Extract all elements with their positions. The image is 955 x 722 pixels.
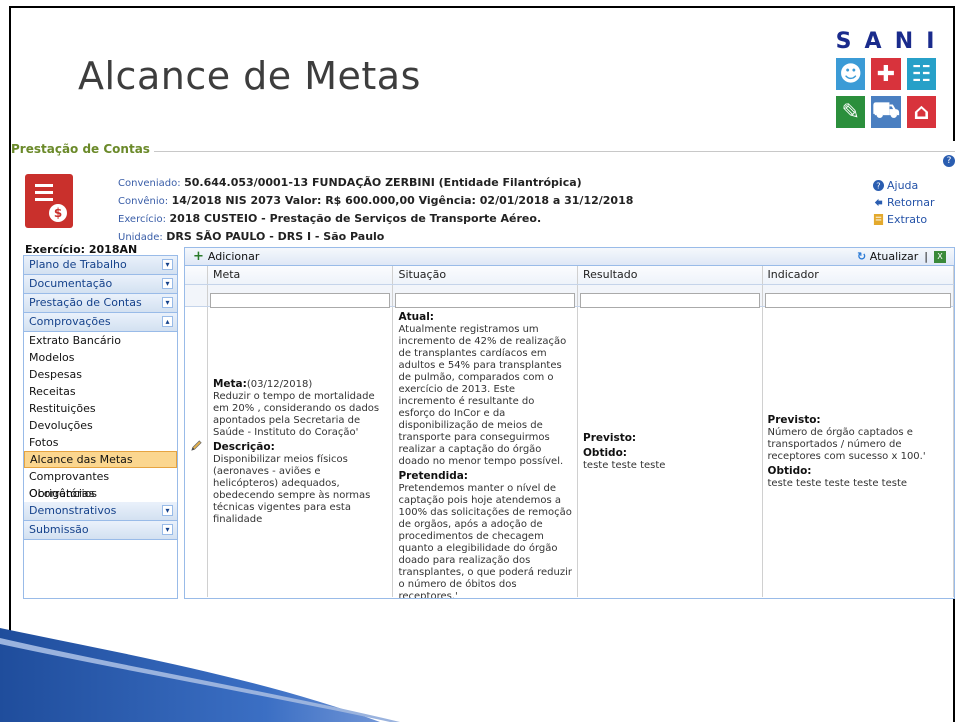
sidebar-item-documentacao[interactable]: Documentação ▾ xyxy=(24,275,177,294)
help-corner-icon[interactable]: ? xyxy=(943,155,955,167)
sidebar-link-comprovantes[interactable]: Comprovantes Obrigatórios xyxy=(24,468,177,500)
collapse-icon[interactable]: ▴ xyxy=(162,316,173,327)
metas-grid: + Adicionar ↻ Atualizar | X Meta Situaçã… xyxy=(184,247,955,599)
cell-meta: Meta:(03/12/2018) Reduzir o tempo de mor… xyxy=(208,307,394,597)
document-money-icon: $ xyxy=(25,174,73,228)
sidebar-link-alcance-metas[interactable]: Alcance das Metas xyxy=(24,451,177,468)
sidebar-link-devolucoes[interactable]: Devoluções xyxy=(24,417,177,434)
column-indicador[interactable]: Indicador xyxy=(763,266,954,284)
unidade-value: DRS SÃO PAULO - DRS I - São Paulo xyxy=(166,230,385,243)
sani-logo: S A N I ☻ ✚ ☷ ✎ ⛟ ⌂ xyxy=(830,28,942,132)
cell-indicador: Previsto: Número de órgão captados e tra… xyxy=(763,307,954,597)
right-links: ? Ajuda Retornar Extrato xyxy=(873,177,935,228)
column-situacao[interactable]: Situação xyxy=(393,266,578,284)
sidebar-item-plano[interactable]: Plano de Trabalho ▾ xyxy=(24,256,177,275)
statement-icon xyxy=(873,214,884,225)
refresh-button[interactable]: ↻ Atualizar xyxy=(857,250,918,263)
sidebar-link-despesas[interactable]: Despesas xyxy=(24,366,177,383)
sidebar-link-receitas[interactable]: Receitas xyxy=(24,383,177,400)
indicador-previsto-text: Número de órgão captados e transportados… xyxy=(767,427,926,462)
sidebar-item-prestacao[interactable]: Prestação de Contas ▾ xyxy=(24,294,177,313)
sidebar-link-ocorrencias[interactable]: Ocorrências xyxy=(24,485,177,502)
sidebar-link-extrato-bancario[interactable]: Extrato Bancário xyxy=(24,332,177,349)
sidebar-item-demonstrativos[interactable]: Demonstrativos ▾ xyxy=(24,502,177,521)
fieldset-legend: Prestação de Contas xyxy=(11,142,154,156)
toolbar-separator: | xyxy=(924,250,928,263)
table-row: Meta:(03/12/2018) Reduzir o tempo de mor… xyxy=(185,307,954,599)
slide-decoration xyxy=(0,628,400,722)
conveniado-value: 50.644.053/0001-13 FUNDAÇÃO ZERBINI (Ent… xyxy=(184,176,582,189)
situacao-pretendida-text: Pretendemos manter o nível de captação p… xyxy=(398,483,572,599)
person-icon: ☻ xyxy=(834,56,868,92)
logo-letter: A xyxy=(864,28,884,54)
filter-situacao-input[interactable] xyxy=(395,293,575,308)
descricao-text: Disponibilizar meios físicos (aeronaves … xyxy=(212,454,371,525)
logo-letter: S xyxy=(835,28,854,54)
convenio-info: Conveniado: 50.644.053/0001-13 FUNDAÇÃO … xyxy=(118,176,634,243)
grid-header: Meta Situação Resultado Indicador xyxy=(185,266,954,285)
sidebar-item-submissao[interactable]: Submissão ▾ xyxy=(24,521,177,540)
indicador-obtido-text: teste teste teste teste teste xyxy=(767,478,908,489)
expand-icon[interactable]: ▾ xyxy=(162,505,173,516)
hospital-icon: ⌂ xyxy=(904,94,938,130)
plus-icon: + xyxy=(193,248,204,264)
svg-text:?: ? xyxy=(876,180,880,190)
logo-letter: I xyxy=(926,28,937,54)
help-icon: ? xyxy=(873,180,884,191)
edit-pencil-icon[interactable] xyxy=(190,439,203,452)
sidebar: Plano de Trabalho ▾ Documentação ▾ Prestaç… xyxy=(23,255,178,599)
medical-bag-icon: ✚ xyxy=(869,56,903,92)
retornar-link[interactable]: Retornar xyxy=(873,194,935,211)
filter-row xyxy=(185,285,954,308)
expand-icon[interactable]: ▾ xyxy=(162,524,173,535)
add-button[interactable]: + Adicionar xyxy=(193,248,259,264)
convenio-value: 14/2018 NIS 2073 Valor: R$ 600.000,00 Vi… xyxy=(171,194,634,207)
resultado-obtido-text: teste teste teste xyxy=(583,460,666,471)
cell-situacao: Atual: Atualmente registramos um increme… xyxy=(393,307,578,599)
expand-icon[interactable]: ▾ xyxy=(162,278,173,289)
pills-icon: ☷ xyxy=(904,56,938,92)
sidebar-link-modelos[interactable]: Modelos xyxy=(24,349,177,366)
cell-resultado: Previsto: Obtido: teste teste teste xyxy=(578,307,763,597)
clipboard-icon: ✎ xyxy=(834,94,868,130)
extrato-link[interactable]: Extrato xyxy=(873,211,935,228)
refresh-icon: ↻ xyxy=(857,250,867,263)
filter-indicador-input[interactable] xyxy=(764,293,951,308)
grid-toolbar: + Adicionar ↻ Atualizar | X xyxy=(185,248,954,266)
situacao-atual-text: Atualmente registramos um incremento de … xyxy=(398,324,567,467)
column-resultado[interactable]: Resultado xyxy=(578,266,763,284)
filter-resultado-input[interactable] xyxy=(579,293,760,308)
slide-title: Alcance de Metas xyxy=(78,54,421,98)
return-arrow-icon xyxy=(874,198,883,207)
sidebar-link-restituicoes[interactable]: Restituições xyxy=(24,400,177,417)
column-meta[interactable]: Meta xyxy=(208,266,394,284)
sidebar-link-fotos[interactable]: Fotos xyxy=(24,434,177,451)
exercicio-value: 2018 CUSTEIO - Prestação de Serviços de … xyxy=(169,212,542,225)
app-window: Prestação de Contas ? $ Conveniado: 50.6… xyxy=(11,141,955,599)
sidebar-item-comprovacoes[interactable]: Comprovações ▴ xyxy=(24,313,177,332)
meta-text: Reduzir o tempo de mortalidade em 20% , … xyxy=(212,391,380,438)
ajuda-link[interactable]: ? Ajuda xyxy=(873,177,935,194)
expand-icon[interactable]: ▾ xyxy=(162,297,173,308)
export-excel-icon[interactable]: X xyxy=(934,250,946,263)
expand-icon[interactable]: ▾ xyxy=(162,259,173,270)
ambulance-icon: ⛟ xyxy=(869,94,903,130)
filter-meta-input[interactable] xyxy=(209,293,391,308)
logo-letter: N xyxy=(894,28,916,54)
